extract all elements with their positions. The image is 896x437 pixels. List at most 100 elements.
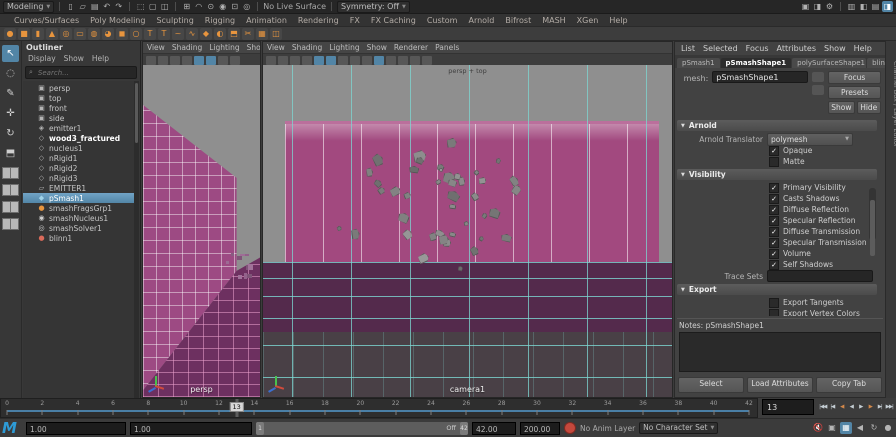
layout-single-pane-button[interactable]	[2, 167, 19, 179]
auto-keyframe-icon[interactable]	[564, 422, 576, 434]
new-scene-icon[interactable]: ▯	[65, 1, 76, 12]
layout-custom-button[interactable]	[2, 218, 19, 230]
animation-preferences-icon[interactable]: ▦	[840, 422, 852, 434]
section-header-export[interactable]: ▼ Export	[677, 284, 877, 295]
channel-box-vertical-tab[interactable]: Channel Box / Layer Editor	[885, 41, 896, 398]
nurbs-cube-icon[interactable]: ◼	[116, 28, 128, 40]
character-set-dropdown[interactable]: No Character Set ▼	[639, 422, 718, 434]
step-back-key-button[interactable]: ◀	[837, 404, 847, 410]
save-scene-icon[interactable]: ▤	[89, 1, 100, 12]
shelf-tab[interactable]: Rigging	[205, 16, 235, 25]
viewport-toolbar-icon[interactable]	[398, 56, 408, 65]
move-tool-icon[interactable]: ✛	[2, 105, 19, 122]
rotate-tool-icon[interactable]: ↻	[2, 125, 19, 142]
range-end-handle[interactable]: 42	[460, 422, 468, 435]
step-forward-frame-button[interactable]: ▶|	[875, 404, 885, 410]
panel-menu-item[interactable]: View	[147, 43, 165, 52]
pencil-curve-icon[interactable]: ∿	[186, 28, 198, 40]
snap-point-icon[interactable]: ⊙	[205, 1, 216, 12]
checkbox-row[interactable]: Volume	[677, 248, 877, 259]
outliner-item[interactable]: nRigid1	[23, 153, 139, 163]
panel-menu-item[interactable]: Renderer	[394, 43, 428, 52]
outliner-item[interactable]: pSmash1	[23, 193, 139, 203]
viewport-toolbar-icon[interactable]	[290, 56, 300, 65]
viewport-toolbar-icon[interactable]	[374, 56, 384, 65]
extrude-icon[interactable]: ⬒	[228, 28, 240, 40]
select-component-icon[interactable]: ◫	[159, 1, 170, 12]
outliner-item[interactable]: top	[23, 93, 139, 103]
outliner-item[interactable]: smashNucleus1	[23, 213, 139, 223]
attribute-editor-menu-item[interactable]: Focus	[746, 44, 769, 53]
checkbox-row[interactable]: Specular Transmission	[677, 237, 877, 248]
checkbox[interactable]	[769, 227, 779, 237]
viewport-toolbar-icon[interactable]	[386, 56, 396, 65]
shelf-tab[interactable]: MASH	[542, 16, 565, 25]
shelf-tab[interactable]: Bifrost	[505, 16, 531, 25]
attribute-editor-scrollbar[interactable]	[869, 188, 876, 240]
mirror-icon[interactable]: ◫	[270, 28, 282, 40]
layout-persp-outliner-button[interactable]	[2, 201, 19, 213]
text-tool-icon[interactable]: T	[144, 28, 156, 40]
outliner-item[interactable]: smashFragsGrp1	[23, 203, 139, 213]
attribute-editor-tab[interactable]: pSmashShape1	[721, 58, 792, 68]
attribute-editor-tab[interactable]: pSmash1	[677, 58, 720, 68]
play-backwards-button[interactable]: ◀	[847, 404, 857, 410]
viewport-toolbar-icon[interactable]	[158, 56, 168, 65]
menu-set-dropdown[interactable]: Modeling ▼	[3, 1, 54, 13]
snap-view-plane-icon[interactable]: ⊡	[229, 1, 240, 12]
viewport-toolbar-icon[interactable]	[206, 56, 216, 65]
viewport-toolbar-icon[interactable]	[266, 56, 276, 65]
viewport-toolbar-icon[interactable]	[314, 56, 324, 65]
make-live-icon[interactable]: ◎	[241, 1, 252, 12]
attribute-editor-footer-button[interactable]: Load Attributes	[747, 377, 813, 393]
current-frame-marker[interactable]: 13	[230, 402, 244, 412]
section-header-visibility[interactable]: ▼ Visibility	[677, 169, 877, 180]
checkbox[interactable]	[769, 298, 779, 308]
playback-end-field[interactable]: 42.00	[472, 422, 516, 435]
checkbox-row[interactable]: Primary Visibility	[677, 182, 877, 193]
panel-menu-item[interactable]: View	[267, 43, 285, 52]
viewport-toolbar-icon[interactable]	[410, 56, 420, 65]
outliner-menu-item[interactable]: Help	[92, 54, 109, 63]
sphere-icon[interactable]: ●	[4, 28, 16, 40]
checkbox[interactable]	[769, 309, 779, 317]
shelf-tab[interactable]: Arnold	[468, 16, 494, 25]
hypershade-icon[interactable]: ◧	[858, 1, 869, 12]
section-header-arnold[interactable]: ▼ Arnold	[677, 120, 877, 131]
tool-settings-icon[interactable]: ▤	[870, 1, 881, 12]
loop-icon[interactable]: ↻	[868, 422, 880, 434]
speaker-muted-icon[interactable]: 🔇	[812, 422, 824, 434]
step-back-frame-button[interactable]: |◀	[828, 404, 838, 410]
shelf-tab[interactable]: Help	[609, 16, 627, 25]
checkbox-row[interactable]: Diffuse Reflection	[677, 204, 877, 215]
panel-menu-item[interactable]: Shading	[292, 43, 322, 52]
torus-icon[interactable]: ◎	[60, 28, 72, 40]
bevel-icon[interactable]: ◆	[200, 28, 212, 40]
outliner-menu-item[interactable]: Show	[64, 54, 84, 63]
plane-icon[interactable]: ▭	[74, 28, 86, 40]
attribute-editor-tab[interactable]: polySurfaceShape1	[792, 58, 866, 68]
shelf-tab[interactable]: FX	[350, 16, 360, 25]
symmetry-dropdown[interactable]: Symmetry: Off ▼	[337, 1, 410, 13]
checkbox[interactable]	[769, 183, 779, 193]
outliner-scrollbar[interactable]	[134, 81, 139, 398]
multi-cut-icon[interactable]: ✂	[242, 28, 254, 40]
cube-icon[interactable]: ■	[18, 28, 30, 40]
viewport-toolbar-icon[interactable]	[194, 56, 204, 65]
notes-field[interactable]	[679, 332, 881, 372]
viewport-toolbar-icon[interactable]	[230, 56, 240, 65]
nurbs-circle-icon[interactable]: ○	[130, 28, 142, 40]
viewport-toolbar-icon[interactable]	[326, 56, 336, 65]
shelf-tab[interactable]: Curves/Surfaces	[14, 16, 79, 25]
animation-start-field[interactable]: 1.00	[26, 422, 126, 435]
persp-scene[interactable]: persp	[143, 65, 260, 397]
redo-icon[interactable]: ↷	[113, 1, 124, 12]
go-to-end-button[interactable]: ▶▶|	[885, 404, 895, 410]
checkbox-row[interactable]: Specular Reflection	[677, 215, 877, 226]
checkbox[interactable]	[769, 216, 779, 226]
node-name-field[interactable]: pSmashShape1	[712, 71, 808, 83]
checkbox-row[interactable]: Casts Shadows	[677, 193, 877, 204]
panel-menu-item[interactable]: Show	[247, 43, 260, 52]
lasso-tool-icon[interactable]: ◌	[2, 65, 19, 82]
attribute-editor-footer-button[interactable]: Select	[678, 377, 744, 393]
